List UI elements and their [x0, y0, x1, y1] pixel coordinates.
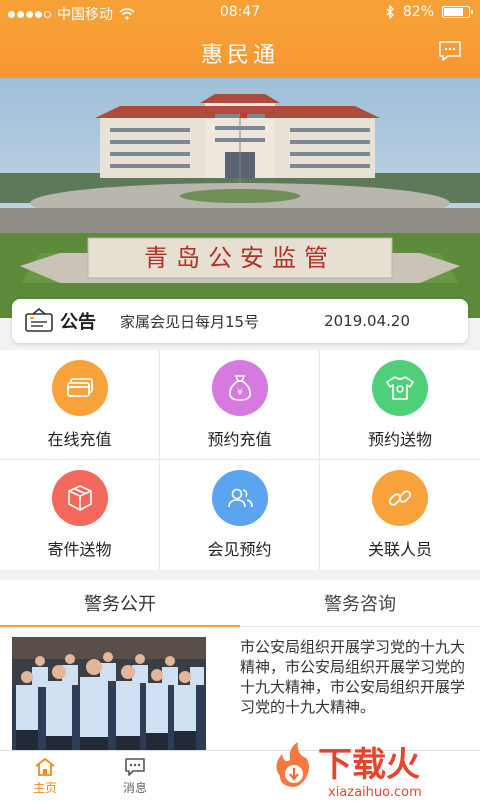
service-label: 预约充值 — [207, 429, 272, 449]
battery-icon — [442, 6, 473, 18]
battery-percent: 82% — [402, 4, 434, 20]
content-tabs: 警务公开 警务咨询 — [0, 580, 480, 627]
service-circle — [51, 359, 108, 416]
status-bar: 中国移动 08:47 82% — [0, 0, 480, 26]
nav-bar: 惠民通 — [0, 26, 480, 78]
banner-sign-text: 青岛公安监管 — [144, 244, 336, 272]
watermark-brand: 下载火 — [318, 745, 420, 785]
news-summary: 市公安局组织开展学习党的十九大精神，市公安局组织开展学习党的十九大精神，市公安局… — [240, 638, 466, 716]
message-icon — [125, 757, 145, 776]
service-visit-booking[interactable]: 会见预约 — [160, 460, 320, 570]
service-circle: ¥ — [211, 359, 268, 416]
notice-date: 2019.04.20 — [324, 312, 410, 330]
money-bag-icon: ¥ — [228, 374, 251, 401]
services-grid: 在线充值 ¥ 预约充值 预约送物 寄件送物 会见预约 关联人员 — [0, 350, 480, 570]
banner-photo: 青岛公安监管 — [0, 78, 480, 318]
service-circle — [372, 359, 428, 416]
service-circle — [51, 470, 108, 526]
tshirt-icon — [386, 375, 414, 400]
status-right: 82% — [386, 4, 473, 20]
tabbar-messages[interactable]: 消息 — [90, 751, 180, 801]
service-circle — [372, 470, 428, 526]
tabbar-home[interactable]: 主页 — [0, 751, 90, 801]
news-item[interactable]: 市公安局组织开展学习党的十九大精神，市公安局组织开展学习党的十九大精神，市公安局… — [0, 627, 480, 750]
notice-label: 公告 — [60, 312, 96, 333]
tab-police-public[interactable]: 警务公开 — [0, 580, 240, 627]
people-icon — [227, 488, 253, 508]
service-label: 会见预约 — [207, 540, 272, 559]
watermark-logo: 下载火 xiazaihuo.com — [276, 742, 422, 800]
service-label: 在线充值 — [47, 429, 112, 449]
service-circle — [211, 470, 268, 526]
chat-icon[interactable] — [438, 40, 462, 62]
tabbar-messages-label: 消息 — [122, 780, 147, 795]
service-label: 关联人员 — [367, 540, 432, 559]
notice-board-icon — [25, 308, 53, 332]
tab-police-consult[interactable]: 警务咨询 — [240, 580, 480, 626]
notice-text: 家属会见日每月15号 — [120, 312, 260, 331]
tabbar-home-label: 主页 — [32, 780, 57, 795]
watermark-url: xiazaihuo.com — [328, 785, 422, 800]
service-label: 寄件送物 — [47, 540, 112, 559]
service-mail-delivery[interactable]: 寄件送物 — [0, 460, 160, 570]
link-icon — [388, 490, 412, 506]
banner-image[interactable]: 青岛公安监管 — [0, 78, 480, 318]
page-title: 惠民通 — [200, 43, 279, 68]
service-online-recharge[interactable]: 在线充值 — [0, 350, 160, 460]
svg-text:¥: ¥ — [237, 388, 243, 398]
service-linked-persons[interactable]: 关联人员 — [320, 460, 480, 570]
service-booking-delivery[interactable]: 预约送物 — [320, 350, 480, 460]
news-photo — [12, 637, 206, 750]
home-icon — [35, 757, 55, 776]
service-booking-recharge[interactable]: ¥ 预约充值 — [160, 350, 320, 460]
service-label: 预约送物 — [367, 429, 432, 449]
notice-bar[interactable]: 公告 家属会见日每月15号 2019.04.20 — [12, 299, 468, 343]
card-icon — [66, 377, 93, 397]
bluetooth-icon — [386, 5, 394, 19]
package-icon — [67, 485, 92, 511]
